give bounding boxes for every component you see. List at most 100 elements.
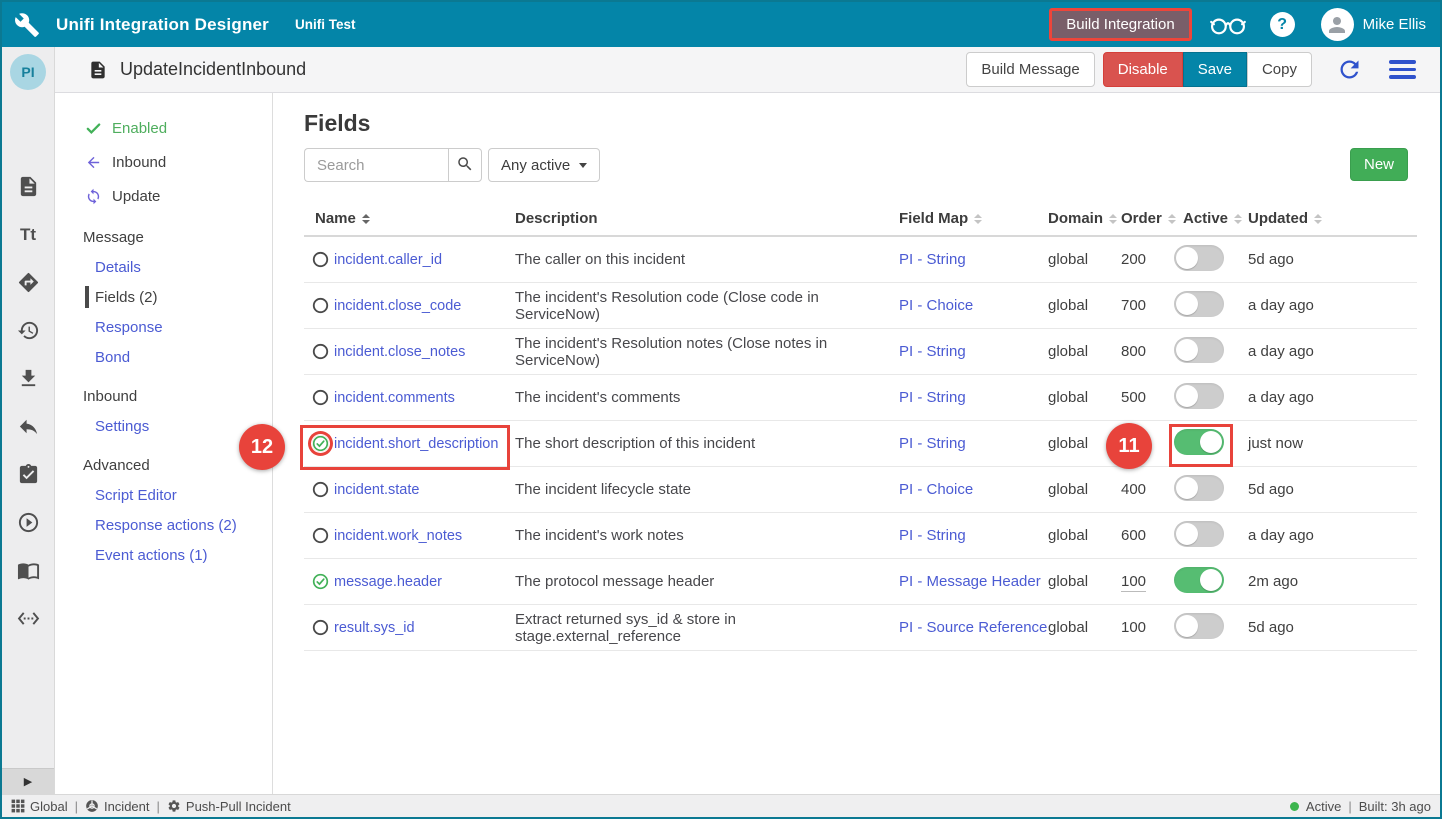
active-filter-dropdown[interactable]: Any active	[488, 148, 600, 182]
active-toggle[interactable]	[1174, 245, 1224, 271]
sidebar-item-bond[interactable]: Bond	[55, 342, 272, 372]
download-icon[interactable]	[17, 367, 40, 390]
field-name-link[interactable]: incident.short_description	[334, 436, 498, 452]
sidebar-item-settings[interactable]: Settings	[55, 411, 272, 441]
sidebar-item-details[interactable]: Details	[55, 252, 272, 282]
field-description: The incident lifecycle state	[515, 481, 899, 498]
sidebar-item-inbound[interactable]: Inbound	[55, 145, 272, 179]
field-name-link[interactable]: incident.close_notes	[334, 344, 465, 360]
expand-rail-button[interactable]: ▶	[2, 768, 54, 794]
help-icon[interactable]: ?	[1270, 12, 1295, 37]
column-header-updated[interactable]: Updated	[1248, 210, 1417, 227]
build-integration-button[interactable]: Build Integration	[1049, 8, 1191, 41]
glasses-icon[interactable]	[1208, 11, 1248, 38]
column-header-domain[interactable]: Domain	[1048, 210, 1121, 227]
code-icon[interactable]	[17, 607, 40, 630]
field-map-link[interactable]: PI - String	[899, 435, 966, 452]
field-order[interactable]: 400	[1121, 481, 1146, 498]
search-input[interactable]	[304, 148, 448, 182]
field-map-link[interactable]: PI - String	[899, 343, 966, 360]
disable-button[interactable]: Disable	[1103, 52, 1183, 87]
statusbar-scope[interactable]: Global	[11, 799, 68, 814]
integration-avatar[interactable]: PI	[10, 54, 46, 90]
field-name-link[interactable]: incident.state	[334, 482, 419, 498]
sidebar-item-response-actions-2[interactable]: Response actions (2)	[55, 510, 272, 540]
search-button[interactable]	[448, 148, 482, 182]
field-name-link[interactable]: incident.comments	[334, 390, 455, 406]
field-order[interactable]: 100	[1121, 573, 1146, 592]
user-avatar	[1321, 8, 1354, 41]
active-toggle[interactable]	[1174, 337, 1224, 363]
filter-label: Any active	[501, 157, 570, 174]
field-order[interactable]: 200	[1121, 251, 1146, 268]
app-title: Unifi Integration Designer	[56, 15, 269, 35]
active-toggle[interactable]	[1174, 613, 1224, 639]
statusbar-app[interactable]: Incident	[85, 799, 150, 814]
sidebar-item-fields-2[interactable]: Fields (2)	[55, 282, 272, 312]
diamond-arrow-icon[interactable]	[17, 271, 40, 294]
field-map-link[interactable]: PI - String	[899, 251, 966, 268]
column-header-active[interactable]: Active	[1174, 210, 1248, 227]
sidebar-item-script-editor[interactable]: Script Editor	[55, 480, 272, 510]
field-order[interactable]: 100	[1121, 619, 1146, 636]
history-icon[interactable]	[17, 319, 40, 342]
field-order[interactable]: 800	[1121, 343, 1146, 360]
active-toggle[interactable]	[1174, 291, 1224, 317]
copy-button[interactable]: Copy	[1247, 52, 1312, 87]
field-updated: just now	[1248, 435, 1417, 452]
field-domain: global	[1048, 343, 1121, 360]
workspace-name[interactable]: Unifi Test	[295, 17, 356, 32]
field-name-link[interactable]: result.sys_id	[334, 620, 415, 636]
build-message-button[interactable]: Build Message	[966, 52, 1094, 87]
active-toggle[interactable]	[1174, 567, 1224, 593]
sort-icon	[1314, 214, 1322, 224]
save-button[interactable]: Save	[1183, 52, 1247, 87]
statusbar-process[interactable]: Push-Pull Incident	[167, 799, 291, 814]
field-name-link[interactable]: incident.close_code	[334, 298, 461, 314]
field-description: The short description of this incident	[515, 435, 899, 452]
document-icon[interactable]	[17, 175, 40, 198]
separator: |	[75, 799, 78, 814]
field-name-link[interactable]: incident.caller_id	[334, 252, 442, 268]
column-header-name[interactable]: Name	[304, 210, 515, 227]
separator: |	[157, 799, 160, 814]
new-button[interactable]: New	[1350, 148, 1408, 181]
column-header-field-map[interactable]: Field Map	[899, 210, 1048, 227]
field-map-link[interactable]: PI - Message Header	[899, 573, 1041, 590]
undo-icon[interactable]	[17, 415, 40, 438]
field-order[interactable]: 500	[1121, 389, 1146, 406]
top-header: Unifi Integration Designer Unifi Test Bu…	[2, 2, 1440, 47]
column-label: Active	[1183, 210, 1228, 227]
active-check-icon	[312, 435, 329, 452]
sidebar-item-update[interactable]: Update	[55, 179, 272, 213]
sidebar-item-enabled[interactable]: Enabled	[55, 111, 272, 145]
user-menu[interactable]: Mike Ellis	[1321, 8, 1426, 41]
field-order[interactable]: 600	[1121, 527, 1146, 544]
column-header-description: Description	[515, 210, 899, 227]
sidebar-item-event-actions-1[interactable]: Event actions (1)	[55, 540, 272, 570]
field-map-link[interactable]: PI - Choice	[899, 297, 973, 314]
active-toggle[interactable]	[1174, 521, 1224, 547]
table-row: incident.comments The incident's comment…	[304, 375, 1417, 421]
column-header-order[interactable]: Order	[1121, 210, 1174, 227]
field-map-link[interactable]: PI - Source Reference	[899, 619, 1047, 636]
sidebar-item-response[interactable]: Response	[55, 312, 272, 342]
table-row: incident.work_notes The incident's work …	[304, 513, 1417, 559]
field-name-link[interactable]: message.header	[334, 574, 442, 590]
active-toggle[interactable]	[1174, 383, 1224, 409]
play-circle-icon[interactable]	[17, 511, 40, 534]
book-icon[interactable]	[17, 559, 40, 582]
field-name-link[interactable]: incident.work_notes	[334, 528, 462, 544]
active-toggle[interactable]	[1174, 475, 1224, 501]
field-domain: global	[1048, 527, 1121, 544]
field-map-link[interactable]: PI - Choice	[899, 481, 973, 498]
hamburger-menu-icon[interactable]	[1389, 60, 1416, 79]
clipboard-check-icon[interactable]	[17, 463, 40, 486]
table-row: incident.close_code The incident's Resol…	[304, 283, 1417, 329]
field-map-link[interactable]: PI - String	[899, 527, 966, 544]
active-toggle[interactable]	[1174, 429, 1224, 455]
field-order[interactable]: 700	[1121, 297, 1146, 314]
text-icon[interactable]: Tt	[17, 223, 40, 246]
field-map-link[interactable]: PI - String	[899, 389, 966, 406]
refresh-icon[interactable]	[1336, 56, 1363, 83]
